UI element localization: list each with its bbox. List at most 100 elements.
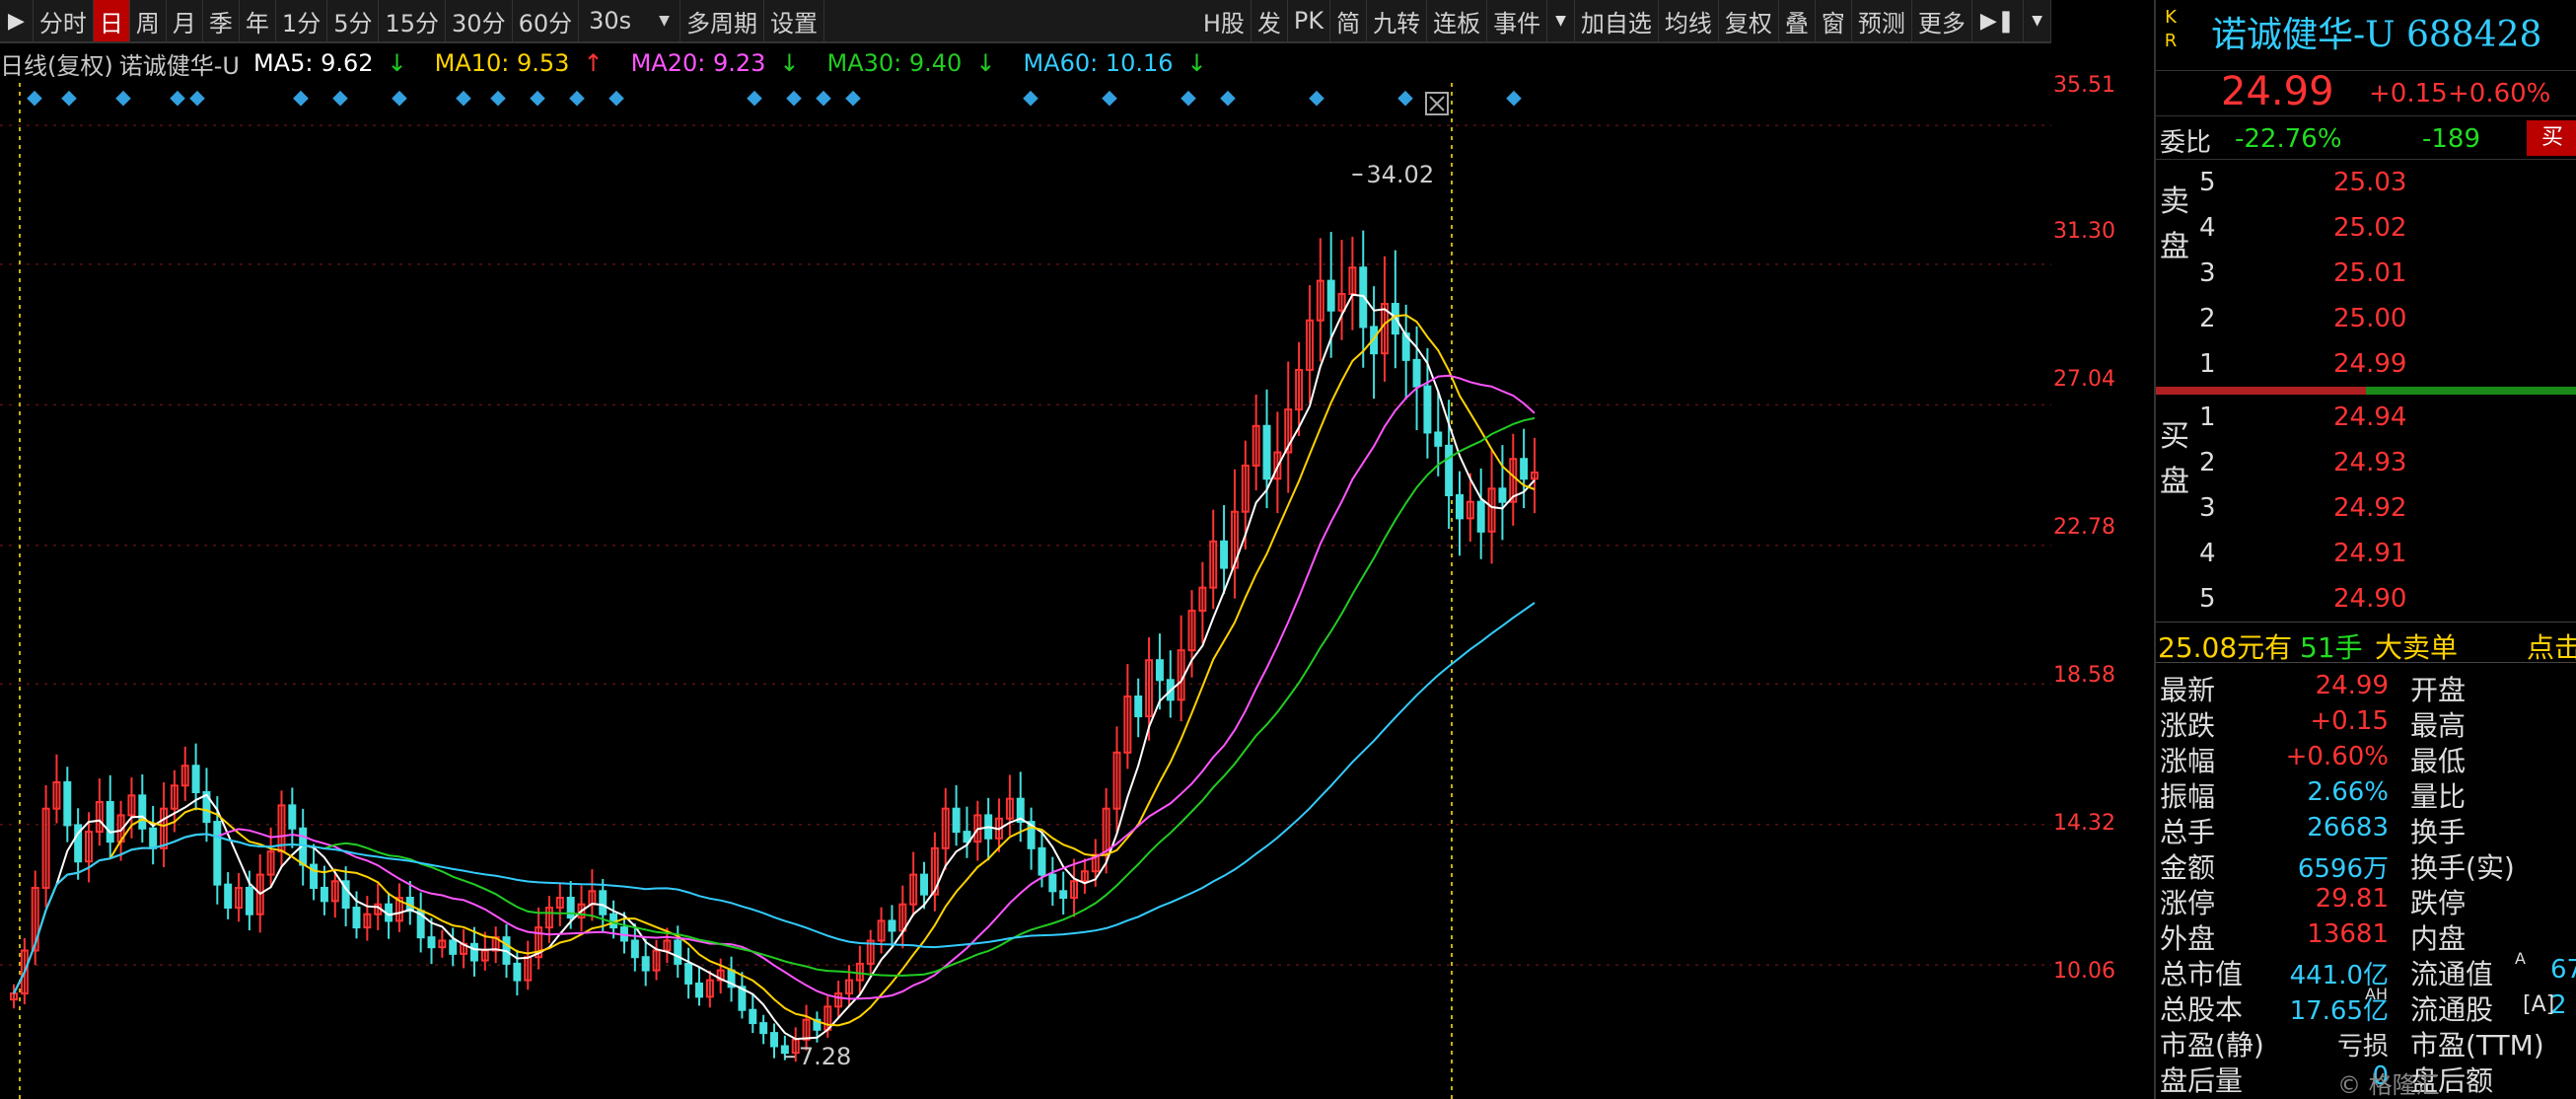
quote-panel: KR 诺诚健华-U 688428 24.99 +0.15 +0.60% 委比 -… [2154, 0, 2576, 1099]
tab-yearly[interactable]: 年 [240, 0, 276, 41]
candle-body [320, 886, 328, 903]
candle-body [1434, 431, 1443, 447]
price-chart[interactable]: 34.02 7.28 [0, 83, 2051, 1099]
candle-body [599, 890, 608, 916]
tab-multi-period[interactable]: 多周期 [680, 0, 764, 41]
quote-row: 总手 26683 换手 [2156, 809, 2576, 848]
bid-book: 买盘 1 24.94 2 24.93 3 24.92 4 24.91 5 24.90 [2156, 395, 2576, 622]
candle-body [1476, 500, 1485, 533]
tab-30min[interactable]: 30分 [446, 0, 513, 41]
tab-monthly[interactable]: 月 [167, 0, 203, 41]
btn-window[interactable]: 窗 [1816, 0, 1852, 41]
candle-body [1412, 358, 1421, 388]
btn-overlay[interactable]: 叠 [1779, 0, 1816, 41]
btn-more[interactable]: 更多 [1912, 0, 1972, 41]
candle-body [674, 939, 682, 965]
event-marker [747, 90, 762, 107]
quote-row: 市盈(静) 亏损 市盈(TTM) [2156, 1022, 2576, 1062]
candle-body [245, 886, 253, 916]
candle-body [1423, 385, 1432, 434]
event-marker [1397, 90, 1413, 107]
event-marker [1181, 90, 1196, 107]
ask-book: 卖盘 5 25.03 4 25.02 3 25.01 2 25.00 1 24.99 [2156, 160, 2576, 387]
bid-row[interactable]: 1 24.94 [2156, 395, 2576, 440]
ask-row[interactable]: 4 25.02 [2156, 205, 2576, 251]
arrow-down-icon: ↓ [1186, 49, 1207, 77]
bid-row[interactable]: 2 24.93 [2156, 440, 2576, 485]
quote-superscript: [A] [2523, 992, 2555, 1017]
tab-weekly[interactable]: 周 [130, 0, 167, 41]
tab-5min[interactable]: 5分 [327, 0, 380, 41]
bid-volume-bar [2366, 387, 2576, 395]
btn-add-watchlist[interactable]: 加自选 [1575, 0, 1659, 41]
bid-price: 24.92 [2333, 493, 2407, 523]
ask-row[interactable]: 3 25.01 [2156, 251, 2576, 296]
toolbar-dropdown-icon[interactable]: ▼ [2024, 0, 2051, 41]
candle-body [1059, 890, 1068, 899]
buy-button[interactable]: 买 [2527, 120, 2576, 156]
events-dropdown-icon[interactable]: ▼ [1547, 0, 1575, 41]
ask-level: 2 [2199, 304, 2216, 333]
big-order-price: 25.08元有 [2158, 631, 2293, 664]
ask-row[interactable]: 5 25.03 [2156, 160, 2576, 205]
big-order-alert[interactable]: 25.08元有 51手 大卖单 点击 [2156, 622, 2576, 666]
candle-body [513, 962, 522, 982]
tab-settings[interactable]: 设置 [764, 0, 824, 41]
ask-price: 25.01 [2333, 258, 2407, 288]
btn-forecast[interactable]: 预测 [1852, 0, 1912, 41]
arrow-right-icon[interactable]: ▶ [0, 0, 34, 41]
event-marker [189, 90, 205, 107]
bid-level: 2 [2199, 448, 2216, 477]
candle-body [1038, 846, 1046, 876]
weibi-num: -189 [2422, 124, 2481, 154]
quote-value: +0.15 [2310, 706, 2389, 736]
bid-row[interactable]: 3 24.92 [2156, 485, 2576, 531]
ask-row[interactable]: 1 24.99 [2156, 341, 2576, 387]
candle-body [759, 1022, 768, 1035]
btn-lianban[interactable]: 连板 [1427, 0, 1488, 41]
tab-daily[interactable]: 日 [93, 0, 130, 41]
btn-restore-rights[interactable]: 复权 [1719, 0, 1779, 41]
bid-row[interactable]: 5 24.90 [2156, 576, 2576, 622]
btn-hshare[interactable]: H股 [1197, 0, 1252, 41]
tab-60min[interactable]: 60分 [513, 0, 580, 41]
candle-body [952, 807, 961, 834]
btn-ma-lines[interactable]: 均线 [1659, 0, 1719, 41]
tab-1min[interactable]: 1分 [276, 0, 328, 41]
low-price-label: 7.28 [799, 1043, 851, 1070]
quote-value: 29.81 [2315, 884, 2389, 914]
ma5-item: MA5: 9.62 ↓ [253, 49, 421, 77]
bid-price: 24.93 [2333, 448, 2407, 477]
tab-intraday[interactable]: 分时 [34, 0, 94, 41]
quote-tail-value: 67 [2550, 955, 2576, 985]
candlestick-svg: 34.02 7.28 [0, 83, 2051, 1099]
event-marker [1023, 90, 1038, 107]
ma5-value: MA5: 9.62 [252, 49, 374, 77]
quote-row: 涨跌 +0.15 最高 [2156, 702, 2576, 742]
bid-row[interactable]: 4 24.91 [2156, 531, 2576, 576]
btn-pk[interactable]: PK [1288, 0, 1331, 41]
price-change: +0.15 [2369, 79, 2448, 109]
event-marker [1506, 90, 1522, 107]
tab-quarterly[interactable]: 季 [203, 0, 240, 41]
tab-30s[interactable]: 30s ▼ [579, 0, 680, 41]
quote-value: 2.66% [2307, 777, 2389, 807]
kr-badge: KR [2162, 6, 2180, 53]
skip-forward-icon[interactable]: ▶❚ [1972, 0, 2025, 41]
quote-row: 振幅 2.66% 量比 [2156, 773, 2576, 813]
high-price-label: 34.02 [1366, 161, 1434, 188]
ask-row[interactable]: 2 25.00 [2156, 296, 2576, 341]
btn-fa[interactable]: 发 [1252, 0, 1288, 41]
btn-events[interactable]: 事件 [1487, 0, 1548, 41]
ask-price: 25.02 [2333, 213, 2407, 243]
btn-jiuzhuan[interactable]: 九转 [1367, 0, 1428, 41]
event-marker [1220, 90, 1236, 107]
quote-value: 13681 [2307, 919, 2389, 949]
btn-jian[interactable]: 简 [1330, 0, 1368, 41]
candle-body [1455, 494, 1464, 520]
ma20-value: MA20: 9.23 [630, 49, 766, 77]
candle-body [1220, 540, 1229, 569]
tab-15min[interactable]: 15分 [379, 0, 447, 41]
candle-body [310, 863, 319, 889]
big-order-click[interactable]: 点击 [2527, 626, 2576, 666]
